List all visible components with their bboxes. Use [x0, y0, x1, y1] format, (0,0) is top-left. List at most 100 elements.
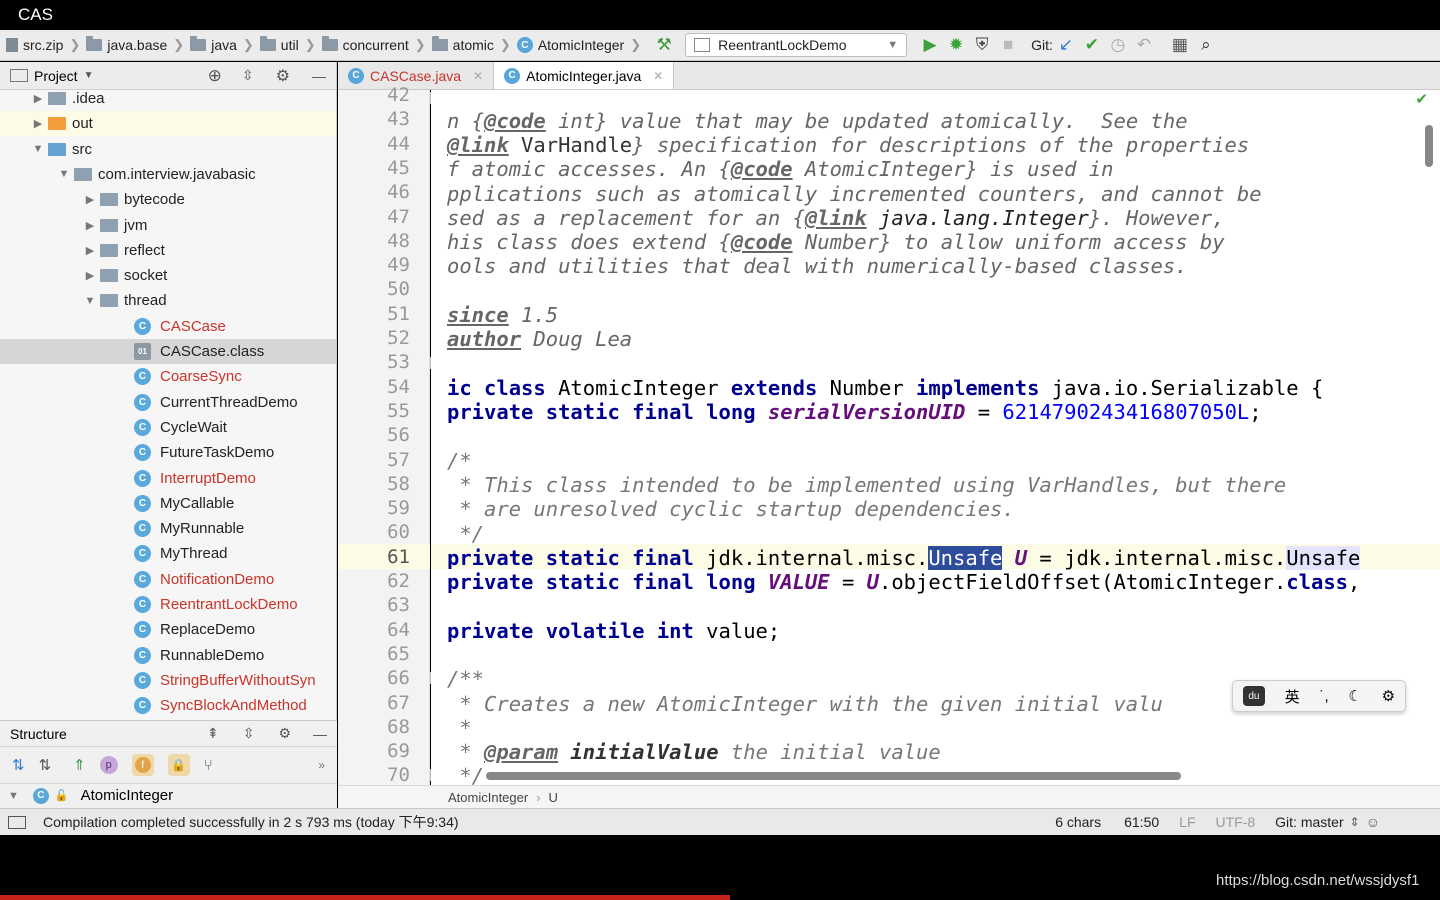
toggle-tool-windows-icon[interactable] [8, 815, 26, 829]
project-view-dropdown[interactable]: Project [34, 68, 78, 84]
show-inherited-icon[interactable]: ⇑ [73, 756, 86, 774]
tree-item-label: bytecode [124, 191, 185, 209]
tree-item[interactable]: C MyThread [0, 541, 336, 566]
tree-item[interactable]: ▶ bytecode [0, 187, 336, 212]
chevron-down-icon[interactable]: ▼ [84, 70, 94, 81]
expand-all-icon[interactable]: ⇞ [207, 725, 219, 742]
breadcrumb-class[interactable]: AtomicInteger [448, 790, 528, 805]
tree-item[interactable]: ▼ src [0, 137, 336, 162]
folder-icon [48, 117, 66, 131]
inspection-ok-icon[interactable]: ✔ [1415, 90, 1428, 108]
build-hammer-icon[interactable]: ⚒ [651, 32, 677, 58]
crumb-util[interactable]: util [256, 30, 303, 60]
chevron-down-icon[interactable]: ▼ [56, 168, 72, 180]
breadcrumb-field[interactable]: U [549, 790, 558, 805]
show-non-public-icon[interactable]: 🔒 [167, 754, 190, 776]
hide-icon[interactable]: — [313, 726, 327, 742]
close-icon[interactable]: ✕ [653, 69, 663, 83]
hide-icon[interactable]: — [312, 68, 326, 84]
gear-icon[interactable]: ⚙ [278, 725, 291, 742]
line-number: 57 [387, 448, 410, 471]
vertical-scrollbar[interactable] [1425, 125, 1433, 167]
close-icon[interactable]: ✕ [473, 69, 483, 83]
tree-item[interactable]: C ReentrantLockDemo [0, 592, 336, 617]
project-structure-icon[interactable]: ▦ [1167, 32, 1193, 58]
tree-item[interactable]: C MyRunnable [0, 516, 336, 541]
tree-item[interactable]: ▼ thread [0, 288, 336, 313]
crumb-java[interactable]: java [186, 30, 241, 60]
tree-item[interactable]: C SyncBlockAndMethod [0, 693, 336, 718]
tree-item[interactable]: ▶ reflect [0, 238, 336, 263]
gear-icon[interactable]: ⚙ [276, 66, 290, 86]
tree-item[interactable]: C FutureTaskDemo [0, 440, 336, 465]
tree-item[interactable]: ▼ com.interview.javabasic [0, 162, 336, 187]
chevron-right-icon[interactable]: ▶ [82, 219, 98, 232]
tree-item[interactable]: C CoarseSync [0, 364, 336, 389]
crumb-atomic[interactable]: atomic [428, 30, 498, 60]
tree-item[interactable]: C CycleWait [0, 415, 336, 440]
git-commit-icon[interactable]: ✔ [1079, 32, 1105, 58]
stop-icon[interactable]: ■ [995, 32, 1021, 58]
horizontal-scrollbar[interactable] [486, 772, 1181, 780]
tree-item[interactable]: 01 CASCase.class [0, 339, 336, 364]
structure-root[interactable]: ▼ C 🔓 AtomicInteger [0, 783, 337, 807]
tree-item[interactable]: ▶ socket [0, 263, 336, 288]
git-branch[interactable]: Git: master [1275, 814, 1343, 830]
debug-icon[interactable]: ✹ [943, 32, 969, 58]
tree-item[interactable]: C InterruptDemo [0, 466, 336, 491]
chevron-right-icon[interactable]: ▶ [30, 117, 46, 130]
chevron-down-icon[interactable]: ▼ [30, 143, 46, 155]
chevron-right-icon[interactable]: ▶ [82, 193, 98, 206]
tree-item[interactable]: ▶ jvm [0, 213, 336, 238]
run-icon[interactable]: ▶ [917, 32, 943, 58]
chevron-right-icon[interactable]: ▶ [82, 244, 98, 257]
file-encoding[interactable]: UTF-8 [1216, 814, 1256, 830]
run-config-dropdown[interactable]: ReentrantLockDemo ▼ [685, 33, 908, 57]
show-lambdas-icon[interactable]: ⑂ [204, 757, 213, 774]
cursor-position[interactable]: 61:50 [1124, 814, 1159, 830]
chevron-right-icon[interactable]: ▶ [82, 269, 98, 282]
tree-item[interactable]: C NotificationDemo [0, 567, 336, 592]
tree-item[interactable]: C StringBufferWithoutSyn [0, 668, 336, 693]
more-icon[interactable]: » [318, 758, 325, 772]
crumb-concurrent[interactable]: concurrent [318, 30, 413, 60]
locate-icon[interactable]: ⊕ [208, 66, 222, 86]
history-icon[interactable]: ◷ [1105, 32, 1131, 58]
tree-item[interactable]: C ReplaceDemo [0, 617, 336, 642]
tab-atomicinteger[interactable]: C AtomicInteger.java ✕ [494, 62, 675, 89]
show-properties-icon[interactable]: p [99, 756, 118, 774]
coverage-icon[interactable]: ⛨ [969, 32, 995, 58]
search-icon[interactable]: ⌕ [1193, 32, 1219, 58]
tree-item[interactable]: C CurrentThreadDemo [0, 390, 336, 415]
tree-item[interactable]: C RunnableDemo [0, 643, 336, 668]
collapse-all-icon[interactable]: ⇳ [242, 67, 254, 84]
tree-item[interactable]: ▶ out [0, 111, 336, 137]
punctuation-icon[interactable]: ˙, [1319, 688, 1328, 705]
crumb-java-base[interactable]: java.base [82, 30, 171, 60]
tree-item[interactable]: C MyCallable [0, 491, 336, 516]
line-number: 54 [387, 375, 410, 398]
lock-icon[interactable]: ⇕ [1350, 815, 1360, 829]
crumb-src-zip[interactable]: src.zip [0, 30, 67, 60]
sort-alpha-icon[interactable]: ⇅ [39, 756, 52, 774]
tree-item-label: MyThread [160, 545, 228, 563]
collapse-all-icon[interactable]: ⇳ [243, 725, 255, 742]
revert-icon[interactable]: ↶ [1131, 32, 1157, 58]
ime-logo-icon[interactable]: du [1242, 686, 1265, 706]
gear-icon[interactable]: ⚙ [1382, 687, 1395, 705]
ime-language-toggle[interactable]: 英 [1285, 686, 1300, 707]
show-fields-icon[interactable]: f [131, 754, 154, 776]
sort-by-visibility-icon[interactable]: ⇅ [12, 756, 25, 774]
moon-icon[interactable]: ☾ [1348, 687, 1361, 705]
crumb-atomicinteger[interactable]: C AtomicInteger [513, 30, 628, 60]
chevron-down-icon[interactable]: ▼ [82, 295, 98, 307]
line-separator[interactable]: LF [1179, 814, 1195, 830]
tree-item[interactable]: C CASCase [0, 314, 336, 339]
tree-item[interactable]: ▶ .idea [0, 86, 336, 111]
selection-chars: 6 chars [1055, 814, 1102, 830]
git-update-icon[interactable]: ↙ [1053, 32, 1079, 58]
hector-icon[interactable]: ☺ [1366, 814, 1380, 830]
chevron-right-icon[interactable]: ▶ [30, 92, 46, 105]
crumb-label: java.base [107, 37, 168, 53]
folder-icon [259, 36, 276, 51]
